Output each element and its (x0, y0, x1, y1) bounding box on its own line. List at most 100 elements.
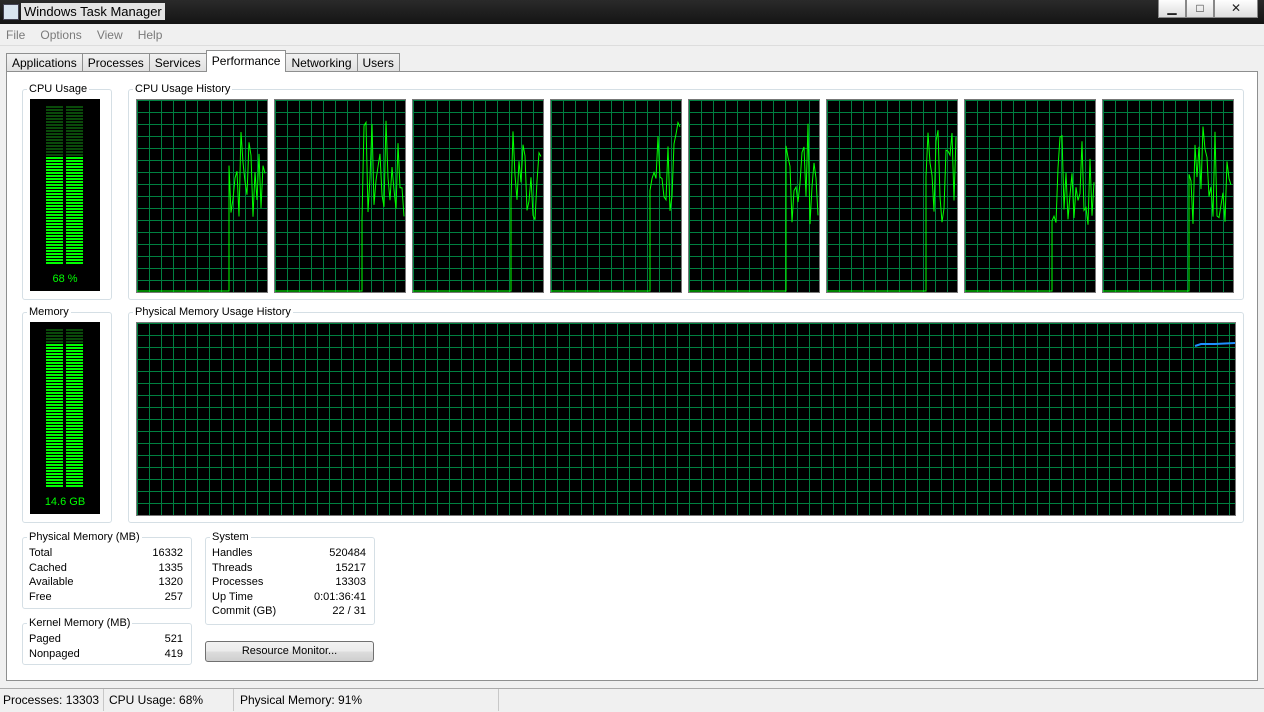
memory-meter-segment (46, 335, 63, 337)
stat-free-value: 257 (164, 591, 183, 603)
cpu-meter-segment (66, 151, 83, 153)
minimize-button[interactable]: ▁ (1158, 0, 1186, 18)
memory-meter-segment (46, 461, 63, 463)
memory-meter-segment (46, 395, 63, 397)
memory-meter-segment (46, 377, 63, 379)
memory-meter: 14.6 GB (30, 322, 100, 514)
memory-meter-segment (46, 446, 63, 448)
stat-handles-label: Handles (212, 547, 253, 559)
memory-meter-segment (46, 368, 63, 370)
cpu-meter-segment (46, 151, 63, 153)
memory-meter-segment (66, 389, 83, 391)
stat-available-label: Available (29, 576, 74, 588)
memory-meter-segment (66, 356, 83, 358)
cpu-meter-segment (46, 223, 63, 225)
cpu-meter-segment (66, 196, 83, 198)
cpu-meter-segment (66, 169, 83, 171)
tab-applications[interactable]: Applications (6, 53, 83, 72)
cpu-meter-segment (46, 106, 63, 108)
cpu-core-graph (550, 99, 682, 293)
cpu-meter-segment (46, 220, 63, 222)
memory-meter-segment (66, 377, 83, 379)
cpu-meter-segment (46, 127, 63, 129)
cpu-meter-segment (66, 238, 83, 240)
stat-paged-label: Paged (29, 633, 61, 645)
cpu-meter-segment (66, 208, 83, 210)
memory-meter-segment (46, 416, 63, 418)
memory-meter-segment (66, 383, 83, 385)
cpu-meter-segment (66, 232, 83, 234)
close-button[interactable]: ✕ (1214, 0, 1258, 18)
tab-performance[interactable]: Performance (205, 50, 287, 72)
cpu-core-plot (275, 100, 405, 293)
cpu-history-group: CPU Usage History (128, 82, 1244, 300)
memory-meter-segment (46, 383, 63, 385)
memory-meter-segment (66, 455, 83, 457)
stat-processes-value: 13303 (335, 576, 366, 588)
cpu-core-graph (964, 99, 1096, 293)
memory-meter-segment (46, 431, 63, 433)
cpu-meter-segment (46, 148, 63, 150)
cpu-core-graph (1102, 99, 1234, 293)
cpu-meter-segment (66, 199, 83, 201)
menu-help[interactable]: Help (132, 25, 169, 45)
memory-meter-segment (46, 353, 63, 355)
cpu-meter-segment (46, 157, 63, 159)
memory-meter-segment (46, 473, 63, 475)
cpu-meter-segment (66, 217, 83, 219)
cpu-meter-segment (66, 160, 83, 162)
cpu-meter-segment (46, 163, 63, 165)
menu-options[interactable]: Options (34, 25, 87, 45)
cpu-meter-segment (66, 130, 83, 132)
tab-processes[interactable]: Processes (81, 53, 150, 72)
memory-value: 14.6 GB (44, 496, 86, 508)
menu-view[interactable]: View (91, 25, 129, 45)
memory-meter-segment (66, 413, 83, 415)
maximize-button[interactable]: □ (1186, 0, 1214, 18)
menu-file[interactable]: File (0, 25, 31, 45)
cpu-meter-segment (66, 223, 83, 225)
memory-meter-segment (46, 356, 63, 358)
memory-meter-segment (66, 473, 83, 475)
memory-meter-segment (66, 362, 83, 364)
cpu-meter-segment (46, 202, 63, 204)
resource-monitor-button[interactable]: Resource Monitor... (205, 641, 374, 662)
cpu-meter-segment (66, 127, 83, 129)
tab-services[interactable]: Services (148, 53, 207, 72)
tab-networking[interactable]: Networking (285, 53, 358, 72)
stat-available-value: 1320 (158, 576, 183, 588)
cpu-meter-segment (46, 241, 63, 243)
cpu-meter-segment (46, 133, 63, 135)
memory-meter-segment (46, 434, 63, 436)
cpu-core-plot (827, 100, 957, 293)
memory-meter-segment (46, 341, 63, 343)
cpu-meter-segment (46, 115, 63, 117)
memory-meter-segment (66, 482, 83, 484)
cpu-meter-segment (66, 136, 83, 138)
cpu-meter-segment (46, 130, 63, 132)
memory-meter-segment (46, 413, 63, 415)
performance-panel: CPU Usage 68 % CPU Usage History Memory … (6, 71, 1258, 681)
memory-meter-segment (66, 449, 83, 451)
cpu-meter-segment (66, 145, 83, 147)
cpu-meter-segment (66, 250, 83, 252)
cpu-core-graph (136, 99, 268, 293)
cpu-meter-segment (46, 259, 63, 261)
kernel-memory-group: Kernel Memory (MB) Paged 521 Nonpaged 41… (22, 616, 192, 665)
memory-meter-segment (66, 410, 83, 412)
cpu-meter-segment (66, 121, 83, 123)
memory-meter-segment (66, 335, 83, 337)
stat-total-label: Total (29, 547, 53, 559)
cpu-meter-segment (46, 178, 63, 180)
memory-meter-segment (46, 410, 63, 412)
cpu-meter-segment (46, 244, 63, 246)
cpu-meter-segment (66, 241, 83, 243)
cpu-meter-segment (46, 181, 63, 183)
status-bar: Processes: 13303 CPU Usage: 68% Physical… (0, 688, 1264, 712)
tab-users[interactable]: Users (356, 53, 400, 72)
memory-meter-segment (46, 449, 63, 451)
memory-meter-segment (46, 380, 63, 382)
cpu-meter-segment (66, 226, 83, 228)
cpu-meter-segment (66, 112, 83, 114)
memory-meter-segment (66, 404, 83, 406)
